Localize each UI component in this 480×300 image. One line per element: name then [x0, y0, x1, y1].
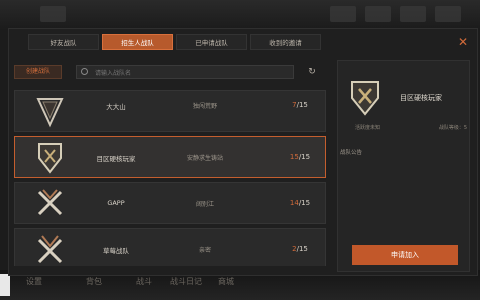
member-count: 7/15: [292, 101, 308, 109]
team-row[interactable]: 大大山 独闯荒野 7/15: [14, 90, 326, 132]
member-count: 14/15: [289, 199, 311, 207]
team-name: GAPP: [107, 199, 125, 207]
team-emblem-icon: [38, 143, 62, 174]
refresh-icon[interactable]: ↻: [306, 66, 318, 78]
detail-team-name: 目区硬核玩家: [400, 94, 442, 102]
team-emblem-icon: [351, 81, 379, 116]
team-row[interactable]: GAPP 阔别江 14/15: [14, 182, 326, 224]
team-announcement-label: 战队公告: [340, 150, 363, 156]
member-count: 15/15: [289, 153, 311, 161]
tab-bar: 好友战队 招生人战队 已申请战队 收到的邀请: [28, 34, 324, 50]
search-icon: [81, 68, 88, 75]
team-status: 独闯荒野: [192, 103, 217, 110]
qr-code: [0, 274, 10, 296]
team-status: 安静求生铸站: [186, 155, 223, 162]
tab-friend-teams[interactable]: 好友战队: [28, 34, 99, 50]
team-status: 阔别江: [195, 201, 214, 208]
top-bar-icon: [330, 6, 356, 22]
bottom-bar-item[interactable]: 背包: [86, 276, 102, 287]
team-name: 草莓战队: [103, 247, 129, 255]
bottom-bar-item[interactable]: 设置: [26, 276, 42, 287]
team-emblem-icon: [36, 98, 64, 128]
game-top-bar: [0, 0, 480, 30]
team-status: 亲密: [198, 247, 211, 254]
team-level: 战队等级：5: [438, 125, 467, 131]
search-input[interactable]: [93, 66, 287, 80]
top-bar-icon: [365, 6, 391, 22]
bottom-bar-item[interactable]: 战斗日记: [170, 276, 202, 287]
team-row[interactable]: 目区硬核玩家 安静求生铸站 15/15: [14, 136, 326, 178]
team-name: 目区硬核玩家: [96, 155, 136, 163]
tab-recruiting-teams[interactable]: 招生人战队: [102, 34, 173, 50]
team-meta: 活跃度未知 战队等级：5: [355, 124, 467, 131]
bottom-bar-item[interactable]: 战斗: [136, 276, 152, 287]
apply-join-button[interactable]: 申请加入: [352, 245, 458, 265]
top-bar-icon: [40, 6, 66, 22]
team-activity: 活跃度未知: [355, 125, 381, 131]
team-list: 大大山 独闯荒野 7/15 目区硬核玩家 安静求生铸站 15/15 GAPP 阔…: [14, 90, 326, 266]
tab-received-invites[interactable]: 收到的邀请: [250, 34, 321, 50]
member-count: 2/15: [292, 245, 308, 253]
close-icon[interactable]: ✕: [455, 34, 471, 50]
top-bar-icon: [400, 6, 426, 22]
team-name: 大大山: [106, 103, 126, 111]
top-bar-icon: [435, 6, 461, 22]
create-team-button[interactable]: 创建战队: [14, 65, 62, 79]
bottom-bar-item[interactable]: 商城: [218, 276, 234, 287]
team-emblem-icon: [37, 189, 63, 216]
team-emblem-icon: [37, 235, 63, 264]
search-box: [76, 65, 294, 80]
team-row[interactable]: 草莓战队 亲密 2/15: [14, 228, 326, 266]
tab-applied-teams[interactable]: 已申请战队: [176, 34, 247, 50]
